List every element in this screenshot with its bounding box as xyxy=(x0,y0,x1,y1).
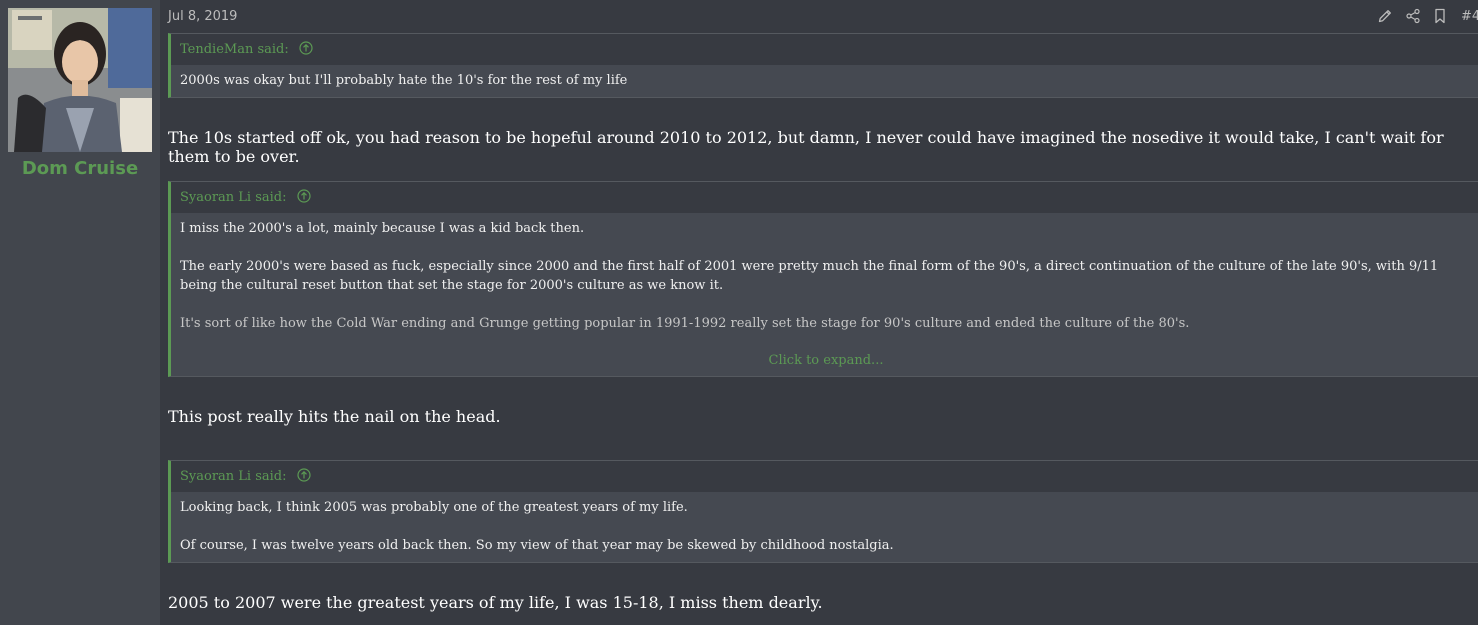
pencil-icon[interactable] xyxy=(1377,8,1393,24)
reply-text: The 10s started off ok, you had reason t… xyxy=(168,128,1444,166)
quote-text: Of course, I was twelve years old back t… xyxy=(180,538,894,553)
avatar[interactable] xyxy=(8,8,152,152)
click-to-expand-link[interactable]: Click to expand... xyxy=(171,353,1478,368)
arrow-up-circle-icon[interactable] xyxy=(297,184,311,215)
quote-block: Syaoran Li said: I miss the 2000's a lot… xyxy=(168,181,1478,377)
bookmark-icon[interactable] xyxy=(1433,8,1447,24)
quote-header[interactable]: Syaoran Li said: xyxy=(171,182,1478,213)
quote-body: Looking back, I think 2005 was probably … xyxy=(171,492,1478,562)
quote-text: 2000s was okay but I'll probably hate th… xyxy=(180,73,628,88)
share-icon[interactable] xyxy=(1405,8,1421,24)
quote-header[interactable]: TendieMan said: xyxy=(171,34,1478,65)
reply-text: 2005 to 2007 were the greatest years of … xyxy=(168,593,823,612)
user-sidebar: Dom Cruise xyxy=(0,0,160,625)
arrow-up-circle-icon[interactable] xyxy=(299,36,313,67)
quote-text: I miss the 2000's a lot, mainly because … xyxy=(180,221,585,236)
quote-author[interactable]: Syaoran Li said: xyxy=(180,469,287,484)
quote-author[interactable]: TendieMan said: xyxy=(180,42,289,57)
quote-header[interactable]: Syaoran Li said: xyxy=(171,461,1478,492)
quote-text: It's sort of like how the Cold War endin… xyxy=(180,316,1190,331)
arrow-up-circle-icon[interactable] xyxy=(297,463,311,494)
reply-text: This post really hits the nail on the he… xyxy=(168,407,501,426)
quote-block: TendieMan said: 2000s was okay but I'll … xyxy=(168,33,1478,98)
avatar-image xyxy=(8,8,152,152)
post-date[interactable]: Jul 8, 2019 xyxy=(168,9,237,24)
post-number[interactable]: #46 xyxy=(1461,9,1478,24)
quote-block: Syaoran Li said: Looking back, I think 2… xyxy=(168,460,1478,563)
quote-text: Looking back, I think 2005 was probably … xyxy=(180,500,688,515)
quote-text: The early 2000's were based as fuck, esp… xyxy=(180,259,1439,293)
post-actions: #46 xyxy=(1377,7,1478,25)
quote-author[interactable]: Syaoran Li said: xyxy=(180,190,287,205)
post-content: Jul 8, 2019 #46 TendieMan said: 2000s wa… xyxy=(160,0,1478,625)
username[interactable]: Dom Cruise xyxy=(0,158,160,179)
quote-body: 2000s was okay but I'll probably hate th… xyxy=(171,65,1478,97)
